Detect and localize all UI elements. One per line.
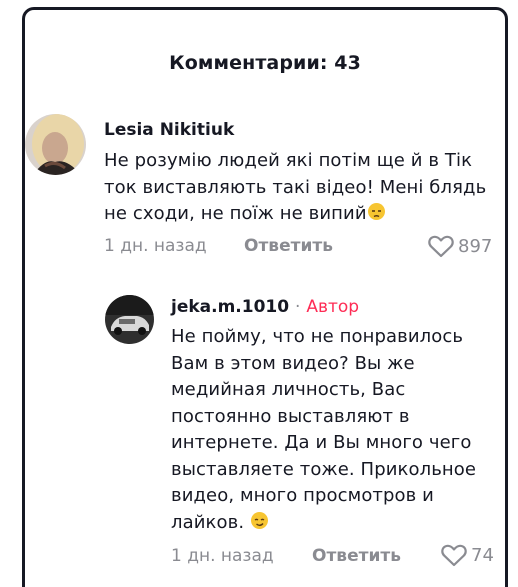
comments-panel: Комментарии: 43 Lesia Nikitiuk Не розумі…	[22, 7, 508, 587]
reply-button[interactable]: Ответить	[312, 546, 401, 566]
reply-button[interactable]: Ответить	[244, 236, 333, 256]
smirking-face-emoji	[250, 511, 268, 529]
author-badge: Автор	[306, 297, 360, 317]
avatar[interactable]	[25, 114, 86, 175]
like-button[interactable]: 74	[441, 544, 494, 567]
reply-timestamp: 1 дн. назад	[171, 546, 274, 566]
reply-text: Не пойму, что не понравилось Вам в этом …	[171, 326, 477, 533]
heart-icon	[441, 544, 467, 567]
reply-username-link[interactable]: jeka.m.1010	[171, 297, 289, 317]
like-button[interactable]: 897	[428, 235, 492, 258]
reply-username: jeka.m.1010 · Автор	[171, 297, 359, 317]
heart-icon	[428, 235, 454, 258]
comments-count-title: Комментарии: 43	[169, 52, 361, 74]
like-count: 74	[471, 545, 494, 566]
unamused-face-emoji	[367, 203, 385, 220]
comment-timestamp: 1 дн. назад	[104, 236, 207, 256]
avatar[interactable]	[105, 295, 154, 344]
comment-text: Не розумію людей які потім ще й в Тік то…	[104, 150, 487, 224]
like-count: 897	[458, 236, 493, 257]
comment-username[interactable]: Lesia Nikitiuk	[104, 120, 234, 140]
separator-dot: ·	[295, 297, 301, 317]
